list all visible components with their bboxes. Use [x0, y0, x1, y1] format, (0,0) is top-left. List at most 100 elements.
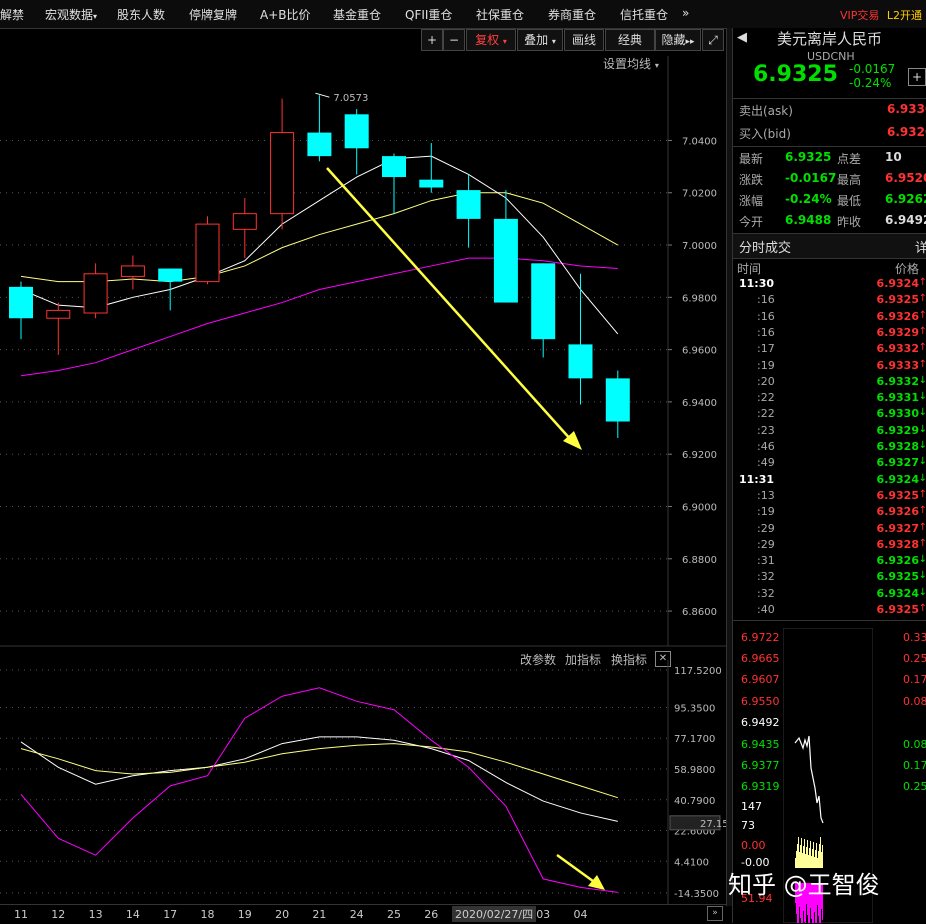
mini-volume-bar: [798, 837, 799, 868]
tick-row: :16 6.9325 ↑: [739, 293, 926, 309]
tick-price: 6.9332: [876, 374, 919, 388]
candle-body: [456, 190, 481, 219]
panel-collapse-icon[interactable]: ◀: [737, 30, 747, 45]
nav-item-trust-holdings[interactable]: 信托重仓: [620, 6, 668, 23]
ind-y-tick-label: 77.1700: [674, 734, 715, 745]
max-price-label: 7.0573: [333, 93, 368, 104]
arrow-down-icon: ↓: [918, 456, 926, 468]
nav-item-jiejin[interactable]: 解禁: [0, 6, 24, 23]
nav-more-icon[interactable]: »: [682, 6, 689, 20]
date-label: 20: [275, 908, 290, 921]
current-value-label: 27.15: [700, 819, 726, 830]
candle-body: [120, 265, 145, 277]
arrow-up-icon: ↑: [918, 342, 926, 354]
tick-row: :19 6.9333 ↑: [739, 359, 926, 375]
y-tick-label: 7.0000: [682, 241, 717, 252]
nav-item-macro-data[interactable]: 宏观数据▾: [45, 6, 97, 23]
tick-row: :23 6.9329 ↓: [739, 424, 926, 440]
y-tick-label: 7.0400: [682, 136, 717, 147]
arrow-up-icon: ↑: [918, 293, 926, 305]
l2-link[interactable]: L2开通: [887, 9, 922, 22]
arrow-down-icon: ↓: [918, 472, 926, 484]
candle-body: [568, 344, 593, 379]
date-label: 19: [237, 908, 252, 921]
stat-l2-1: 最高: [837, 173, 862, 187]
nav-item-social-security[interactable]: 社保重仓: [476, 6, 524, 23]
mini-volume-bar: [810, 841, 811, 868]
tick-row: :16 6.9326 ↑: [739, 310, 926, 326]
date-label: 13: [88, 908, 103, 921]
add-watchlist-button[interactable]: +: [908, 68, 926, 86]
candle-body: [493, 218, 518, 303]
tick-time: :49: [757, 456, 775, 470]
scroll-right-icon[interactable]: »: [707, 906, 723, 921]
tick-price: 6.9329: [876, 423, 919, 437]
tick-price: 6.9327: [876, 521, 919, 535]
date-label: 26: [424, 908, 439, 921]
arrow-up-icon: ↑: [918, 537, 926, 549]
ma20-line: [20, 257, 618, 377]
ticks-more-link[interactable]: 详: [915, 237, 926, 256]
tick-price: 6.9325: [876, 488, 919, 502]
candle-body: [195, 223, 220, 283]
tick-row: :13 6.9325 ↑: [739, 489, 926, 505]
stat-l1-1: 涨跌: [739, 173, 764, 187]
date-label: 24: [349, 908, 364, 921]
ticks-title: 分时成交: [739, 241, 792, 256]
mini-right-label: 0.17: [903, 759, 926, 772]
y-tick-label: 6.8600: [682, 607, 717, 618]
tick-time: 11:31: [739, 472, 775, 486]
mini-left-label: 0.00: [741, 839, 766, 852]
tick-price: 6.9328: [876, 440, 919, 453]
tick-time: :22: [757, 391, 775, 405]
tick-row: :49 6.9327 ↓: [739, 456, 926, 472]
quote-panel: ◀ 美元离岸人民币 USDCNH 6.9325 -0.0167 -0.24% +…: [732, 28, 926, 923]
candle-body: [419, 179, 444, 188]
arrow-up-icon: ↑: [918, 325, 926, 337]
stat-v2-2: 6.9262: [885, 192, 926, 206]
mini-left-label: 147: [741, 800, 762, 813]
date-label: 12: [51, 908, 66, 921]
nav-item-qfii-holdings[interactable]: QFII重仓: [405, 6, 452, 23]
nav-item-suspension[interactable]: 停牌复牌: [189, 6, 237, 23]
nav-item-fund-holdings[interactable]: 基金重仓: [333, 6, 381, 23]
mini-price-line: [794, 735, 824, 824]
nav-item-shareholders[interactable]: 股东人数: [117, 6, 165, 23]
stat-v1-1: -0.0167: [785, 171, 837, 185]
vip-trade-link[interactable]: VIP交易: [840, 9, 879, 22]
candlestick-chart[interactable]: 7.0400 7.0200 7.0000 6.9800 6.9600 6.9400 6.92…: [0, 28, 726, 650]
candle-body: [531, 263, 556, 340]
mini-right-label: 0.08: [903, 695, 926, 708]
tick-row: :17 6.9332 ↑: [739, 342, 926, 358]
stat-l1-3: 今开: [739, 215, 764, 229]
tick-row: :22 6.9331 ↓: [739, 391, 926, 407]
candle-body: [307, 132, 332, 157]
y-tick-label: 6.8800: [682, 555, 717, 566]
nav-item-broker-holdings[interactable]: 券商重仓: [548, 6, 596, 23]
y-tick-label: 6.9800: [682, 293, 717, 304]
tick-row: 11:30 6.9324 ↑: [739, 277, 926, 293]
stat-l2-0: 点差: [837, 152, 862, 166]
y-tick-label: 7.0200: [682, 189, 717, 200]
tick-row: :32 6.9324 ↓: [739, 587, 926, 603]
kdj-k-line: [20, 736, 618, 822]
nav-item-ab-ratio[interactable]: A+B比价: [260, 6, 311, 23]
date-label: 14: [125, 908, 140, 921]
price-header: 价格: [895, 262, 920, 276]
ask-price: 6.9330: [887, 102, 926, 116]
tick-time: :22: [757, 407, 775, 421]
mini-left-label: 6.9435: [741, 738, 780, 751]
tick-price: 6.9325: [876, 570, 919, 584]
watermark: 知乎 @王智俊: [728, 871, 880, 899]
mini-left-label: 6.9492: [741, 716, 780, 729]
tick-row: :40 6.9325 ↑: [739, 603, 926, 619]
kdj-arrow-line: [556, 853, 598, 886]
kdj-indicator-chart[interactable]: 117.520095.350077.170058.980040.790022.6…: [0, 648, 726, 904]
tick-price: 6.9328: [876, 537, 919, 551]
mini-volume-bar: [804, 839, 805, 868]
tick-row: 11:31 6.9324 ↓: [739, 473, 926, 489]
tick-price: 6.9330: [876, 407, 919, 421]
stat-v1-0: 6.9325: [785, 150, 832, 164]
date-label: 11: [14, 908, 28, 921]
tick-time: 11:30: [739, 277, 775, 290]
